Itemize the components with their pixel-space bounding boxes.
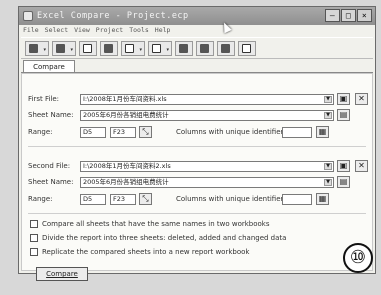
second-unique-label: Columns with unique identifier: (176, 195, 286, 203)
minimize-button[interactable]: – (325, 9, 340, 22)
first-range-to[interactable]: F23 (110, 127, 136, 138)
excel-compare-window: Excel Compare - Project.ecp – □ × File S… (18, 6, 376, 281)
menu-file[interactable]: File (23, 25, 39, 36)
open-first-icon[interactable]: ▾ (25, 40, 49, 56)
clear-file-icon[interactable]: ✕ (355, 93, 368, 105)
first-unique-label: Columns with unique identifier: (176, 128, 286, 136)
save-icon[interactable] (100, 40, 118, 56)
pick-identifier-icon[interactable]: ▦ (316, 193, 329, 205)
compare-wand-icon[interactable] (79, 40, 97, 56)
menu-tools[interactable]: Tools (129, 25, 149, 36)
second-file-value: I:\2008年1月份车间资料2.xls (83, 162, 171, 170)
option-label-three-sheets: Divide the report into three sheets: del… (42, 234, 287, 242)
separator (28, 213, 366, 214)
close-button[interactable]: × (357, 9, 372, 22)
second-file-label: Second File: (28, 162, 71, 170)
option-checkbox-three-sheets[interactable] (30, 234, 38, 242)
second-range-from[interactable]: D5 (80, 194, 106, 205)
window-title: Excel Compare - Project.ecp (37, 11, 189, 21)
open-file-icon[interactable]: ▣ (337, 93, 350, 105)
options-icon[interactable]: ▾ (148, 40, 172, 56)
save-project-icon[interactable] (217, 40, 235, 56)
first-sheet-label: Sheet Name: (28, 111, 74, 119)
second-range-label: Range: (28, 195, 53, 203)
open-folder-icon[interactable] (175, 40, 193, 56)
open-project-icon[interactable] (196, 40, 214, 56)
option-checkbox-same-names[interactable] (30, 220, 38, 228)
chevron-down-icon[interactable]: ▼ (324, 112, 332, 119)
menu-project[interactable]: Project (96, 25, 123, 36)
select-range-icon[interactable]: ⤡ (139, 126, 152, 138)
second-sheet-select[interactable]: 2005年6月份各销组电费统计 ▼ (80, 177, 334, 188)
option-label-same-names: Compare all sheets that have the same na… (42, 220, 270, 228)
option-checkbox-replicate[interactable] (30, 248, 38, 256)
app-icon (23, 11, 33, 21)
tab-strip: Compare (21, 59, 373, 73)
compare-button[interactable]: Compare (36, 267, 88, 281)
select-range-icon[interactable]: ▾ (121, 40, 145, 56)
second-sheet-value: 2005年6月份各销组电费统计 (83, 178, 169, 186)
tab-compare[interactable]: Compare (23, 60, 75, 72)
second-sheet-label: Sheet Name: (28, 178, 74, 186)
first-file-value: I:\2008年1月份车间资料.xls (83, 95, 167, 103)
chevron-down-icon[interactable]: ▼ (324, 96, 332, 103)
close-project-icon[interactable] (238, 40, 256, 56)
separator (28, 146, 366, 147)
open-file-icon[interactable]: ▣ (337, 160, 350, 172)
second-unique-field[interactable] (282, 194, 312, 205)
clear-file-icon[interactable]: ✕ (355, 160, 368, 172)
pick-identifier-icon[interactable]: ▦ (316, 126, 329, 138)
option-label-replicate: Replicate the compared sheets into a new… (42, 248, 250, 256)
first-file-label: First File: (28, 95, 60, 103)
second-range-to[interactable]: F23 (110, 194, 136, 205)
first-file-field[interactable]: I:\2008年1月份车间资料.xls ▼ (80, 94, 334, 105)
first-sheet-select[interactable]: 2005年6月份各销组电费统计 ▼ (80, 110, 334, 121)
first-range-label: Range: (28, 128, 53, 136)
first-unique-field[interactable] (282, 127, 312, 138)
select-range-icon[interactable]: ⤡ (139, 193, 152, 205)
menu-bar: File Select View Project Tools Help (19, 25, 375, 36)
first-sheet-value: 2005年6月份各销组电费统计 (83, 111, 169, 119)
step-number-badge: ⑩ (343, 243, 373, 273)
sheet-options-icon[interactable]: ▤ (337, 176, 350, 188)
sheet-options-icon[interactable]: ▤ (337, 109, 350, 121)
menu-select[interactable]: Select (45, 25, 68, 36)
maximize-button[interactable]: □ (341, 9, 356, 22)
second-file-field[interactable]: I:\2008年1月份车间资料2.xls ▼ (80, 161, 334, 172)
compare-panel: First File: I:\2008年1月份车间资料.xls ▼ ▣ ✕ Sh… (21, 73, 373, 281)
menu-help[interactable]: Help (155, 25, 171, 36)
chevron-down-icon[interactable]: ▼ (324, 163, 332, 170)
open-second-icon[interactable]: ▾ (52, 40, 76, 56)
menu-view[interactable]: View (74, 25, 90, 36)
title-bar: Excel Compare - Project.ecp – □ × (19, 7, 375, 25)
first-range-from[interactable]: D5 (80, 127, 106, 138)
toolbar: ▾ ▾ ▾ ▾ (21, 37, 373, 59)
chevron-down-icon[interactable]: ▼ (324, 179, 332, 186)
